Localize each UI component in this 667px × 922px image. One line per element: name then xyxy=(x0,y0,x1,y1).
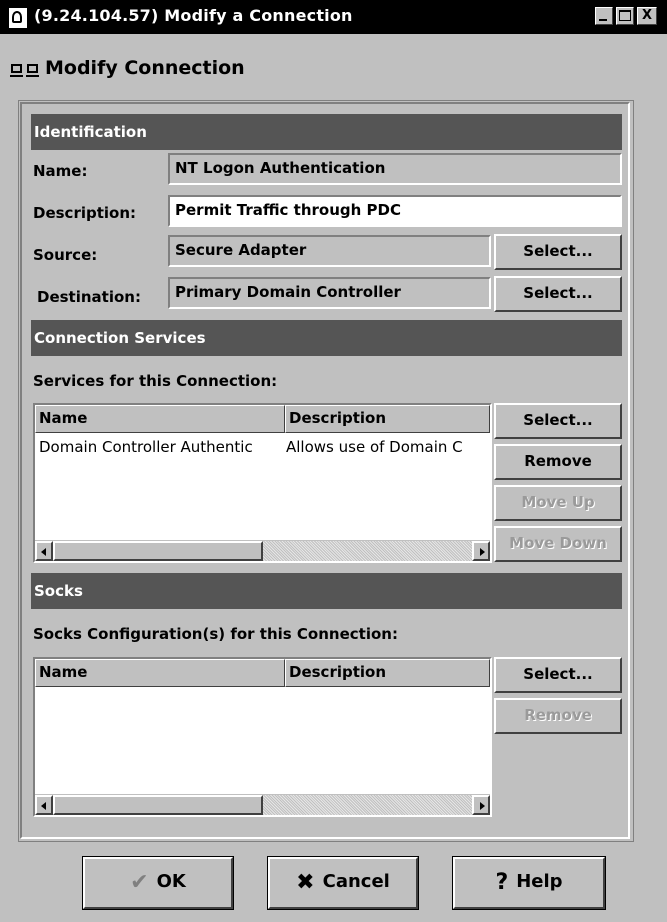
socks-select-button[interactable]: Select... xyxy=(494,657,622,693)
maximize-button[interactable] xyxy=(616,7,634,25)
x-icon: ✖ xyxy=(296,870,315,895)
services-select-button[interactable]: Select... xyxy=(494,403,622,439)
scroll-track[interactable] xyxy=(263,795,472,815)
minimize-icon xyxy=(599,19,607,21)
dialog-title: Modify Connection xyxy=(45,57,245,79)
name-label: Name: xyxy=(33,162,88,180)
socks-remove-button[interactable]: Remove xyxy=(494,698,622,734)
scroll-left-button[interactable] xyxy=(35,541,53,561)
scroll-left-button[interactable] xyxy=(35,795,53,815)
services-list[interactable]: Name Description Domain Controller Authe… xyxy=(33,403,492,563)
app-icon[interactable] xyxy=(9,8,27,28)
socks-column-description[interactable]: Description xyxy=(285,659,490,687)
socks-list-label: Socks Configuration(s) for this Connecti… xyxy=(33,625,398,643)
service-description-cell: Allows use of Domain C xyxy=(286,438,463,456)
services-remove-button[interactable]: Remove xyxy=(494,444,622,480)
socks-column-name[interactable]: Name xyxy=(35,659,285,687)
services-move-down-button[interactable]: Move Down xyxy=(494,526,622,562)
maximize-icon xyxy=(619,10,631,21)
arrow-right-icon xyxy=(480,802,485,810)
window-title: (9.24.104.57) Modify a Connection xyxy=(34,6,353,25)
arrow-left-icon xyxy=(41,548,46,556)
destination-field[interactable]: Primary Domain Controller xyxy=(168,277,491,309)
socks-section-header: Socks xyxy=(31,573,622,609)
destination-select-button[interactable]: Select... xyxy=(494,276,622,312)
source-label: Source: xyxy=(33,246,98,264)
identification-section-header: Identification xyxy=(31,114,622,150)
socks-list-header: Name Description xyxy=(35,659,490,687)
help-label: Help xyxy=(516,871,563,892)
arrow-left-icon xyxy=(41,802,46,810)
source-field[interactable]: Secure Adapter xyxy=(168,235,491,267)
services-column-description[interactable]: Description xyxy=(285,405,490,433)
description-label: Description: xyxy=(33,204,137,222)
title-bar[interactable]: (9.24.104.57) Modify a Connection X xyxy=(0,0,667,34)
services-column-name[interactable]: Name xyxy=(35,405,285,433)
name-field[interactable]: NT Logon Authentication xyxy=(168,153,622,185)
question-icon: ? xyxy=(495,870,509,895)
cancel-label: Cancel xyxy=(322,871,390,892)
scroll-track[interactable] xyxy=(263,541,472,561)
arrow-right-icon xyxy=(480,548,485,556)
socks-horizontal-scrollbar[interactable] xyxy=(35,794,490,815)
ok-button[interactable]: ✔ OK xyxy=(82,856,234,910)
cancel-button[interactable]: ✖ Cancel xyxy=(267,856,419,910)
close-button[interactable]: X xyxy=(637,7,657,25)
connection-services-section-header: Connection Services xyxy=(31,320,622,356)
network-connection-icon xyxy=(10,62,40,80)
list-item[interactable]: Domain Controller Authentic Allows use of… xyxy=(39,438,490,456)
scroll-right-button[interactable] xyxy=(472,541,490,561)
ok-label: OK xyxy=(156,871,186,892)
description-field[interactable]: Permit Traffic through PDC xyxy=(168,195,622,227)
services-list-header: Name Description xyxy=(35,405,490,433)
services-list-label: Services for this Connection: xyxy=(33,372,278,390)
source-select-button[interactable]: Select... xyxy=(494,234,622,270)
help-button[interactable]: ? Help xyxy=(452,856,606,910)
scroll-right-button[interactable] xyxy=(472,795,490,815)
checkmark-icon: ✔ xyxy=(130,870,149,895)
service-name-cell: Domain Controller Authentic xyxy=(39,438,253,456)
socks-list[interactable]: Name Description xyxy=(33,657,492,817)
minimize-button[interactable] xyxy=(595,7,613,25)
services-horizontal-scrollbar[interactable] xyxy=(35,540,490,561)
destination-label: Destination: xyxy=(37,288,141,306)
scroll-thumb[interactable] xyxy=(53,541,263,561)
scroll-thumb[interactable] xyxy=(53,795,263,815)
modify-connection-window: (9.24.104.57) Modify a Connection X Modi… xyxy=(0,0,667,922)
services-move-up-button[interactable]: Move Up xyxy=(494,485,622,521)
